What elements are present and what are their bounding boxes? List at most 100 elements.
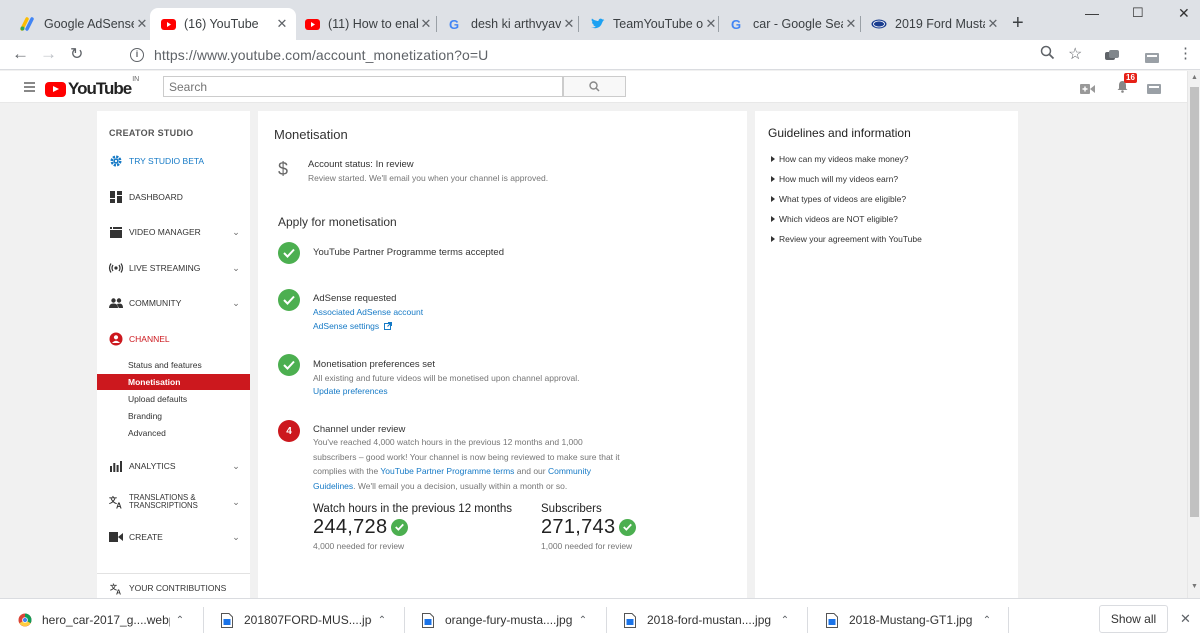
community-guidelines-link[interactable]: Community [548, 466, 591, 476]
scroll-up-arrow-icon[interactable]: ▲ [1191, 74, 1198, 81]
search-input[interactable] [163, 76, 563, 97]
sidebar-item-channel[interactable]: CHANNEL [97, 329, 250, 349]
guideline-item[interactable]: What types of videos are eligible? [771, 194, 906, 204]
guideline-label: What types of videos are eligible? [779, 194, 907, 204]
sidebar-item-translations[interactable]: 文A TRANSLATIONS & TRANSCRIPTIONS ⌄ [97, 490, 250, 514]
close-icon[interactable]: ✕ [703, 16, 719, 32]
close-icon[interactable]: ✕ [274, 16, 290, 32]
bookmark-star-icon[interactable]: ☆ [1068, 44, 1082, 64]
menu-kebab-icon[interactable]: ⋮ [1178, 44, 1193, 62]
tab-ford-mustang[interactable]: 2019 Ford Mustan ✕ [861, 8, 1007, 40]
channel-icon [108, 331, 124, 347]
guideline-item[interactable]: Review your agreement with YouTube [771, 234, 922, 244]
close-icon[interactable]: ✕ [1180, 611, 1191, 627]
chevron-down-icon[interactable]: ⌄ [228, 461, 244, 472]
download-item[interactable]: 201807FORD-MUS....jpg ⌃ [220, 599, 392, 640]
scroll-down-arrow-icon[interactable]: ▼ [1191, 583, 1198, 590]
tab-desh-ki-arthvyavastha[interactable]: G desh ki arthvyavas ✕ [437, 8, 583, 40]
close-icon[interactable]: ✕ [418, 16, 434, 32]
adsense-settings-link[interactable]: AdSense settings [313, 321, 379, 331]
sidebar-item-create[interactable]: CREATE ⌄ [97, 527, 250, 547]
chevron-up-icon[interactable]: ⌃ [775, 615, 795, 626]
close-icon[interactable]: ✕ [561, 16, 577, 32]
youtube-logo[interactable]: YouTube IN [45, 76, 140, 99]
chevron-down-icon[interactable]: ⌄ [228, 532, 244, 543]
chevron-down-icon[interactable]: ⌄ [228, 227, 244, 238]
chevron-down-icon[interactable]: ⌄ [228, 263, 244, 274]
search-button[interactable] [563, 76, 626, 97]
reload-button[interactable]: ↻ [70, 44, 83, 64]
close-icon[interactable]: ✕ [843, 16, 859, 32]
tab-youtube[interactable]: (16) YouTube ✕ [150, 8, 296, 40]
search-icon [589, 81, 600, 92]
back-button[interactable]: ← [12, 44, 29, 64]
sidebar-item-live-streaming[interactable]: LIVE STREAMING ⌄ [97, 258, 250, 278]
chevron-up-icon[interactable]: ⌃ [977, 615, 997, 626]
country-code: IN [132, 76, 140, 83]
sidebar-item-video-manager[interactable]: VIDEO MANAGER ⌄ [97, 222, 250, 242]
download-item[interactable]: orange-fury-musta....jpg ⌃ [421, 599, 593, 640]
chevron-up-icon[interactable]: ⌃ [170, 615, 190, 626]
sidebar-subitem-branding[interactable]: Branding [97, 408, 250, 424]
info-icon[interactable]: i [130, 48, 144, 62]
watch-hours-value: 244,728 [313, 516, 388, 538]
download-item[interactable]: 2018-Mustang-GT1.jpg ⌃ [825, 599, 997, 640]
tab-teamyoutube[interactable]: TeamYouTube on ✕ [579, 8, 725, 40]
download-item[interactable]: 2018-ford-mustan....jpg ⌃ [623, 599, 795, 640]
show-all-downloads-button[interactable]: Show all [1099, 605, 1168, 633]
sidebar-item-your-contributions[interactable]: 文A YOUR CONTRIBUTIONS [97, 578, 250, 598]
scroll-thumb[interactable] [1190, 87, 1199, 517]
community-guidelines-link[interactable]: Guidelines [313, 481, 353, 491]
upload-video-icon[interactable] [1080, 81, 1095, 99]
step-adsense-requested: AdSense requested [313, 293, 397, 304]
sidebar-subitem-upload-defaults[interactable]: Upload defaults [97, 391, 250, 407]
sidebar-item-community[interactable]: COMMUNITY ⌄ [97, 293, 250, 313]
contributions-icon: 文A [108, 580, 124, 596]
minimize-button[interactable]: — [1085, 5, 1099, 21]
download-item[interactable]: hero_car-2017_g....webp ⌃ [18, 599, 190, 640]
sidebar-item-dashboard[interactable]: DASHBOARD [97, 187, 250, 207]
guideline-item[interactable]: How much will my videos earn? [771, 174, 898, 184]
forward-button[interactable]: → [40, 44, 57, 64]
tab-car-google-search[interactable]: G car - Google Searc ✕ [719, 8, 865, 40]
sidebar-subitem-advanced[interactable]: Advanced [97, 425, 250, 441]
chevron-down-icon[interactable]: ⌄ [228, 298, 244, 309]
omnibox[interactable]: i https://www.youtube.com/account_moneti… [130, 43, 1096, 67]
sidebar-item-label: VIDEO MANAGER [129, 227, 201, 237]
analytics-icon [108, 458, 124, 474]
image-file-icon [421, 612, 435, 628]
review-text-line: subscribers – good work! Your channel is… [313, 451, 620, 462]
sidebar-subitem-status-and-features[interactable]: Status and features [97, 357, 250, 373]
apply-heading: Apply for monetisation [278, 215, 397, 229]
tab-google-adsense[interactable]: Google AdSense ✕ [10, 8, 156, 40]
guideline-item[interactable]: How can my videos make money? [771, 154, 908, 164]
new-tab-button[interactable]: + [1012, 12, 1024, 35]
sidebar-item-label: TRY STUDIO BETA [129, 156, 205, 166]
sidebar-subitem-monetisation[interactable]: Monetisation [97, 374, 250, 390]
download-divider [606, 607, 607, 633]
update-preferences-link[interactable]: Update preferences [313, 384, 388, 399]
chevron-up-icon[interactable]: ⌃ [372, 615, 392, 626]
close-icon[interactable]: ✕ [985, 16, 1001, 32]
guideline-label: How much will my videos earn? [779, 174, 899, 184]
zoom-icon[interactable] [1040, 45, 1055, 65]
tab-title: (16) YouTube [184, 17, 259, 31]
page-scrollbar[interactable]: ▲ ▼ [1187, 71, 1200, 598]
extension-icon[interactable] [1105, 47, 1119, 67]
close-icon[interactable]: ✕ [134, 16, 150, 32]
sidebar-item-analytics[interactable]: ANALYTICS ⌄ [97, 456, 250, 476]
close-window-button[interactable]: ✕ [1178, 5, 1190, 22]
associated-adsense-link[interactable]: Associated AdSense account [313, 305, 423, 320]
chevron-up-icon[interactable]: ⌃ [573, 615, 593, 626]
review-text: complies with the [313, 466, 381, 476]
extension-icon[interactable] [1145, 48, 1159, 68]
account-avatar[interactable] [1147, 81, 1161, 99]
guideline-item[interactable]: Which videos are NOT eligible? [771, 214, 898, 224]
sidebar-item-try-studio-beta[interactable]: TRY STUDIO BETA [97, 151, 250, 171]
download-bar: hero_car-2017_g....webp ⌃ 201807FORD-MUS… [0, 598, 1200, 640]
maximize-button[interactable]: ☐ [1132, 5, 1144, 21]
hamburger-menu-icon[interactable] [24, 82, 35, 94]
partner-terms-link[interactable]: YouTube Partner Programme terms [380, 466, 514, 476]
chevron-down-icon[interactable]: ⌄ [228, 497, 244, 508]
tab-how-to-enable[interactable]: (11) How to enabl ✕ [294, 8, 440, 40]
